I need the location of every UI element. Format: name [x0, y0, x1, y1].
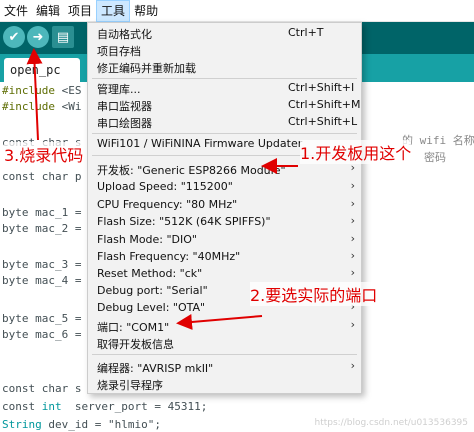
- server-port-rest: server_port = 45311;: [61, 400, 208, 413]
- chevron-right-icon: ›: [350, 318, 355, 331]
- new-file-icon[interactable]: ▤: [52, 26, 74, 48]
- keyword-int: int: [41, 400, 62, 413]
- code-line-const-pass: const char p: [2, 170, 82, 183]
- chevron-right-icon: ›: [350, 359, 355, 372]
- dev-id-rest: dev_id = "hlmio";: [41, 418, 161, 431]
- menu-item-auto-format[interactable]: 自动格式化 Ctrl+T: [88, 25, 361, 42]
- menu-item-reset-method[interactable]: Reset Method: "ck" ›: [88, 266, 361, 283]
- check-icon[interactable]: ✔: [3, 26, 25, 48]
- menu-item-port[interactable]: 端口: "COM1" ›: [88, 318, 361, 335]
- menu-edit[interactable]: 编辑: [32, 0, 64, 22]
- menu-item-upload-speed[interactable]: Upload Speed: "115200" ›: [88, 179, 361, 196]
- right-arrow-icon[interactable]: ➜: [27, 26, 49, 48]
- menu-separator: [92, 133, 357, 134]
- menu-item-programmer[interactable]: 编程器: "AVRISP mkII" ›: [88, 359, 361, 376]
- annotation-upload: 3.烧录代码: [4, 142, 84, 166]
- menu-help[interactable]: 帮助: [130, 0, 162, 22]
- menu-item-manage-libraries[interactable]: 管理库... Ctrl+Shift+I: [88, 80, 361, 97]
- code-line-mac2: byte mac_2 =: [2, 222, 82, 235]
- code-line-mac6: byte mac_6 =: [2, 328, 82, 341]
- include-target: <Wi: [61, 100, 82, 113]
- code-line-mac1: byte mac_1 =: [2, 206, 82, 219]
- code-line-mac4: byte mac_4 =: [2, 274, 82, 287]
- menu-item-serial-monitor[interactable]: 串口监视器 Ctrl+Shift+M: [88, 97, 361, 114]
- menu-item-cpu-frequency[interactable]: CPU Frequency: "80 MHz" ›: [88, 197, 361, 214]
- code-line-dev-id: String dev_id = "hlmio";: [2, 418, 161, 431]
- code-line-include-1: #include <ES: [2, 84, 81, 97]
- code-line-mac3: byte mac_3 =: [2, 258, 82, 271]
- tab-open-pc[interactable]: open_pc: [4, 58, 80, 82]
- menu-item-serial-plotter[interactable]: 串口绘图器 Ctrl+Shift+L: [88, 114, 361, 131]
- annotation-port: 2.要选实际的端口: [250, 282, 378, 306]
- menu-item-flash-mode[interactable]: Flash Mode: "DIO" ›: [88, 232, 361, 249]
- code-comment-pass: 密码: [424, 151, 446, 164]
- menu-item-archive[interactable]: 项目存档: [88, 42, 361, 59]
- menu-project[interactable]: 项目: [64, 0, 96, 22]
- menu-bar: 文件 编辑 项目 工具 帮助: [0, 0, 474, 22]
- code-comment-wifi: 的 wifi 名称: [402, 134, 474, 147]
- code-line-include-2: #include <Wi: [2, 100, 81, 113]
- menu-item-fix-encoding[interactable]: 修正编码并重新加载: [88, 59, 361, 76]
- chevron-right-icon: ›: [350, 232, 355, 245]
- menu-file[interactable]: 文件: [0, 0, 32, 22]
- chevron-right-icon: ›: [350, 266, 355, 279]
- keyword-const: const: [2, 400, 42, 413]
- menu-separator: [92, 78, 357, 79]
- tools-dropdown-menu: 自动格式化 Ctrl+T 项目存档 修正编码并重新加载 管理库... Ctrl+Sh…: [87, 22, 362, 394]
- annotation-board: 1.开发板用这个: [300, 140, 412, 164]
- watermark: https://blog.csdn.net/u013536395: [314, 418, 468, 428]
- chevron-right-icon: ›: [350, 179, 355, 192]
- directive: #include: [2, 100, 62, 113]
- menu-separator: [92, 354, 357, 355]
- directive: #include: [2, 84, 62, 97]
- code-line-server-port: const int server_port = 45311;: [2, 400, 207, 413]
- code-line-mac5: byte mac_5 =: [2, 312, 82, 325]
- code-line-const-last: const char s: [2, 382, 82, 395]
- chevron-right-icon: ›: [350, 197, 355, 210]
- menu-item-flash-frequency[interactable]: Flash Frequency: "40MHz" ›: [88, 249, 361, 266]
- include-target: <ES: [61, 84, 82, 97]
- keyword-string: String: [2, 418, 42, 431]
- menu-item-board-info[interactable]: 取得开发板信息: [88, 335, 361, 352]
- chevron-right-icon: ›: [350, 214, 355, 227]
- menu-item-burn-bootloader[interactable]: 烧录引导程序: [88, 376, 361, 393]
- chevron-right-icon: ›: [350, 249, 355, 262]
- menu-item-flash-size[interactable]: Flash Size: "512K (64K SPIFFS)" ›: [88, 214, 361, 231]
- menu-tools[interactable]: 工具: [96, 0, 131, 22]
